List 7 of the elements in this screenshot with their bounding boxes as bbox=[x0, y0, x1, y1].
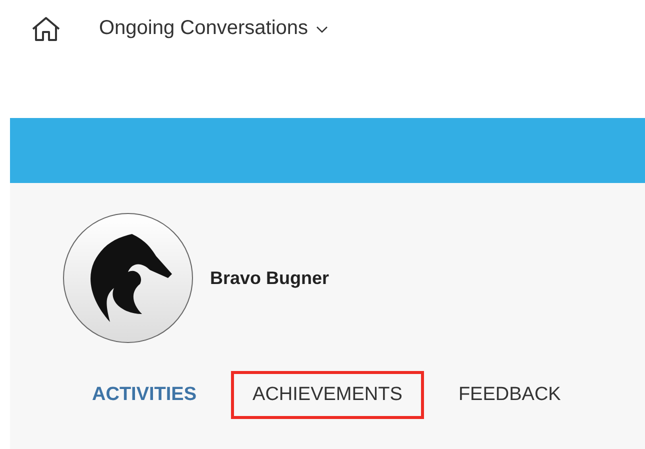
home-icon[interactable] bbox=[31, 16, 61, 42]
tab[interactable]: ACTIVITIES bbox=[70, 371, 219, 419]
page-title-dropdown[interactable]: Ongoing Conversations bbox=[99, 13, 328, 43]
caret-icon bbox=[316, 26, 328, 34]
tab[interactable]: FEEDBACK bbox=[436, 371, 583, 419]
profile-name: Bravo Bugner bbox=[210, 266, 330, 290]
tab[interactable]: ACHIEVEMENTS bbox=[230, 371, 424, 419]
